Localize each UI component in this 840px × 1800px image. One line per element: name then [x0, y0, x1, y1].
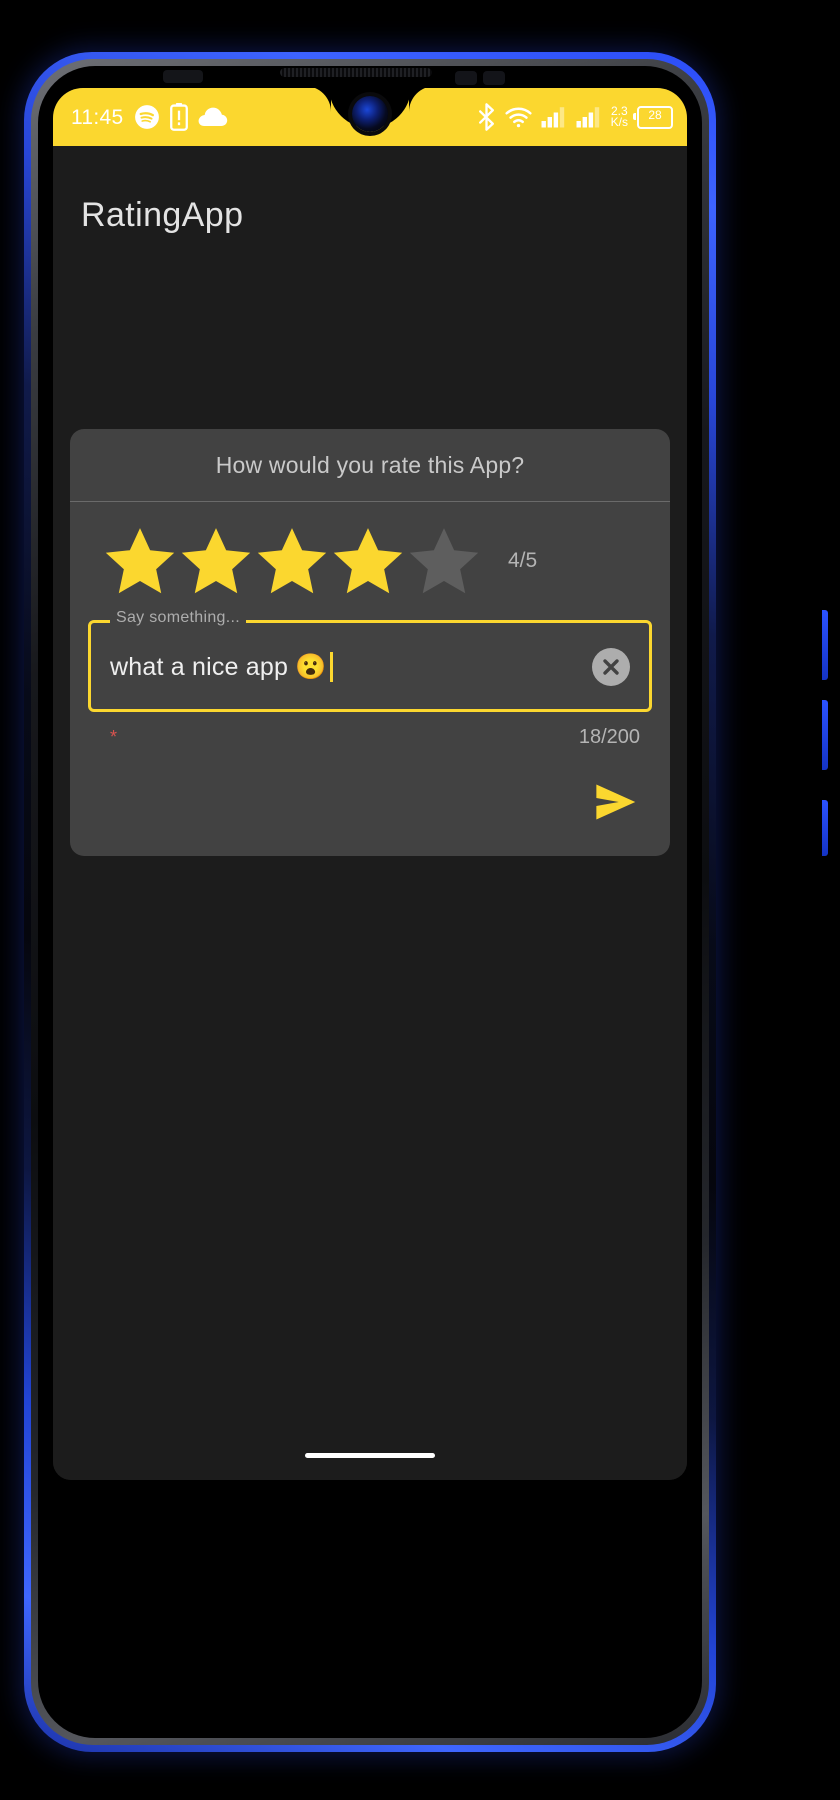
star-5-icon[interactable]	[406, 523, 482, 599]
status-bar: 11:45 2.3 K/s 28	[53, 88, 687, 146]
rating-value-label: 4/5	[508, 549, 538, 572]
power-button[interactable]	[822, 800, 828, 856]
card-header: How would you rate this App?	[70, 429, 670, 502]
phone-screen: 11:45 2.3 K/s 28 RatingApp How would you…	[53, 88, 687, 1480]
volume-up-button[interactable]	[822, 610, 828, 680]
volume-down-button[interactable]	[822, 700, 828, 770]
star-3-icon[interactable]	[254, 523, 330, 599]
signal-sim1-icon	[541, 107, 564, 128]
battery-percent: 28	[648, 107, 662, 122]
cloud-icon	[198, 107, 227, 126]
status-bar-left-group: 11:45	[71, 100, 228, 134]
card-body: 4/5 Say something... what a nice app 😮 *…	[70, 502, 670, 856]
send-row	[70, 750, 670, 856]
clear-text-button[interactable]	[592, 648, 630, 686]
card-header-title: How would you rate this App?	[215, 451, 525, 478]
wifi-icon	[505, 107, 532, 128]
status-bar-right-group: 2.3 K/s 28	[477, 100, 673, 134]
notch-corner-right	[409, 88, 435, 112]
app-content: RatingApp How would you rate this App? 4…	[53, 146, 687, 1480]
required-asterisk: *	[110, 727, 118, 747]
send-button[interactable]	[590, 776, 642, 828]
star-rating-bar[interactable]: 4/5	[70, 502, 670, 620]
send-icon	[596, 784, 636, 820]
star-4-icon[interactable]	[330, 523, 406, 599]
earpiece-speaker	[280, 68, 432, 77]
network-speed-unit: K/s	[610, 115, 628, 129]
star-2-icon[interactable]	[178, 523, 254, 599]
page-title: RatingApp	[81, 196, 244, 234]
comment-field-label: Say something...	[110, 609, 246, 627]
sensor-left	[163, 70, 203, 83]
spotify-icon	[134, 105, 159, 129]
signal-sim2-icon	[576, 107, 599, 128]
comment-field-value: what a nice app 😮	[110, 652, 327, 681]
helper-row: * 18/200	[110, 724, 640, 750]
battery-alert-icon	[169, 103, 188, 131]
close-icon	[603, 659, 619, 675]
text-caret	[329, 652, 333, 682]
bluetooth-icon	[478, 103, 494, 131]
comment-field[interactable]: Say something... what a nice app 😮	[88, 609, 652, 712]
sensor-right-b	[483, 71, 505, 85]
rating-card: How would you rate this App? 4/5 Say som…	[70, 429, 670, 856]
network-speed: 2.3 K/s	[610, 105, 628, 129]
comment-field-text[interactable]: what a nice app 😮	[110, 652, 333, 682]
status-time: 11:45	[71, 105, 124, 129]
front-camera-icon	[352, 96, 388, 132]
sensor-right-a	[455, 71, 477, 85]
notch-corner-left	[305, 88, 331, 112]
character-counter: 18/200	[578, 725, 640, 748]
star-1-icon[interactable]	[102, 523, 178, 599]
battery-icon: 28	[633, 105, 673, 129]
home-indicator[interactable]	[305, 1453, 435, 1458]
